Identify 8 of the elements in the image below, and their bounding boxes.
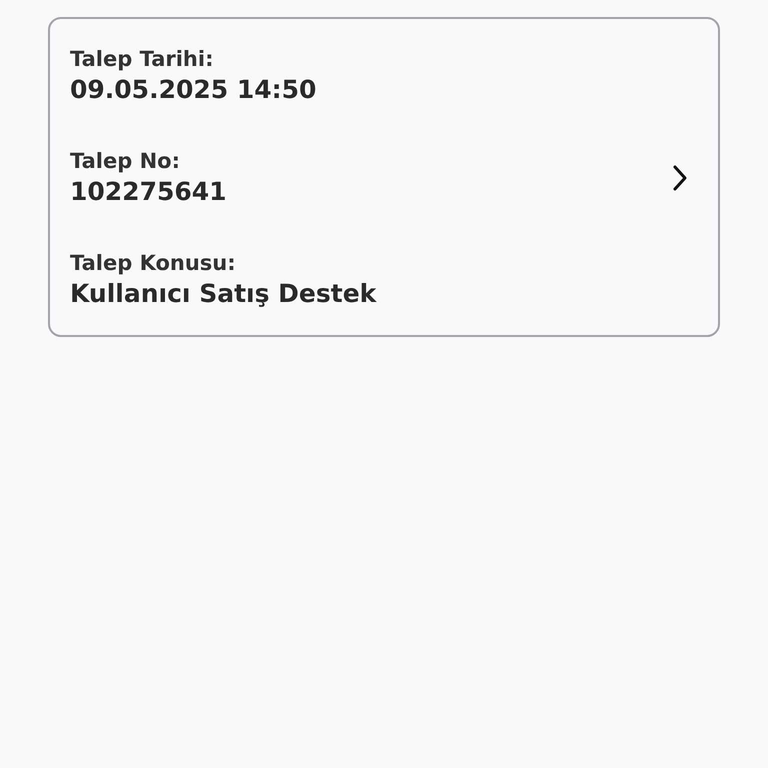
chevron-right-icon xyxy=(672,164,688,192)
field-label: Talep No: xyxy=(70,148,181,175)
field-label: Talep Tarihi: xyxy=(70,46,214,73)
field-value: Kullanıcı Satış Destek xyxy=(70,278,378,310)
field-value: 09.05.2025 14:50 xyxy=(70,74,318,106)
field-value: 102275641 xyxy=(70,176,228,208)
request-card[interactable]: Talep Tarihi: 09.05.2025 14:50 Talep No: 102275641 Talep Konusu: Kullanıcı Satış Destek xyxy=(48,17,720,337)
field-label: Talep Konusu: xyxy=(70,250,237,277)
